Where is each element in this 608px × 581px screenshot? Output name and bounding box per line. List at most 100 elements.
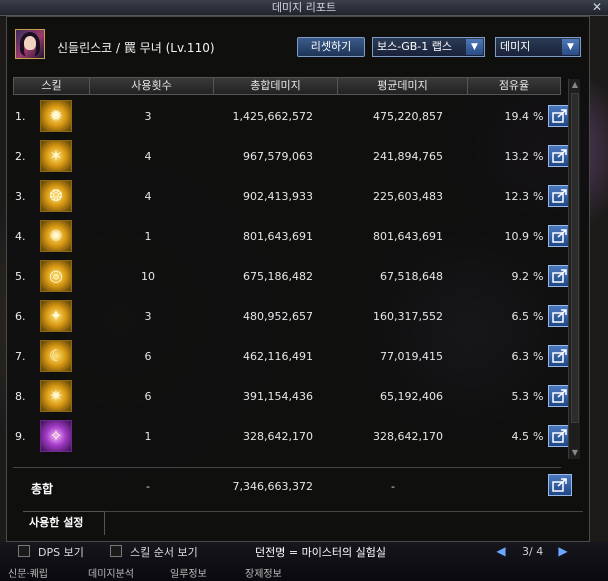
chevron-left-icon[interactable]: ◀	[494, 544, 508, 558]
menu-item[interactable]: 데미지분석	[88, 568, 134, 581]
menu-item[interactable]: 장제정보	[245, 568, 282, 581]
total-damage: 462,116,491	[243, 350, 313, 363]
total-damage: 1,425,662,572	[232, 110, 313, 123]
table-row[interactable]: 1. ✹ 3 1,425,662,572 475,220,857 19.4 %	[13, 96, 572, 136]
share-total-button[interactable]	[548, 474, 572, 496]
percent-unit: %	[533, 270, 544, 283]
share-icon	[552, 349, 567, 363]
damage-share: 5.3	[511, 390, 530, 403]
dungeon-select[interactable]: 보스-GB-1 랩스 ▼	[372, 37, 485, 57]
chevron-down-icon[interactable]: ▼	[562, 39, 579, 55]
table-row[interactable]: 5. ◎ 10 675,186,482 67,518,648 9.2 %	[13, 256, 572, 296]
tab-used-settings[interactable]: 사용한 설정	[23, 511, 105, 535]
average-damage: 801,643,691	[373, 230, 443, 243]
row-number: 4.	[15, 230, 26, 243]
column-skill[interactable]: 스킬	[14, 78, 90, 94]
average-damage: 328,642,170	[373, 430, 443, 443]
burst-icon: ✹	[40, 100, 72, 132]
metric-select-value: 데미지	[500, 40, 531, 53]
menu-item[interactable]: 일루정보	[170, 568, 207, 581]
damage-share: 13.2	[504, 150, 530, 163]
arcane-icon: ✧	[40, 420, 72, 452]
percent-unit: %	[533, 110, 544, 123]
row-number: 8.	[15, 390, 26, 403]
dungeon-name: 던전명 = 마이스터의 실험실	[255, 546, 387, 559]
skill-order-checkbox[interactable]	[110, 545, 122, 557]
beast-icon: ❂	[40, 180, 72, 212]
row-number: 9.	[15, 430, 26, 443]
use-count: 4	[144, 190, 152, 203]
share-icon	[552, 478, 567, 492]
percent-unit: %	[533, 310, 544, 323]
swirl-icon: ✷	[40, 380, 72, 412]
average-damage: 475,220,857	[373, 110, 443, 123]
table-row[interactable]: 4. ✺ 1 801,643,691 801,643,691 10.9 %	[13, 216, 572, 256]
dps-checkbox[interactable]	[18, 545, 30, 557]
character-avatar	[15, 29, 45, 59]
table-row[interactable]: 3. ❂ 4 902,413,933 225,603,483 12.3 %	[13, 176, 572, 216]
damage-report-panel: 신들린스코 / 罠 무녀 (Lv.110) 리셋하기 보스-GB-1 랩스 ▼ …	[6, 16, 590, 542]
table-row[interactable]: 2. ✶ 4 967,579,063 241,894,765 13.2 %	[13, 136, 572, 176]
total-damage: 902,413,933	[243, 190, 313, 203]
use-count: 6	[144, 390, 152, 403]
total-label: 총합	[31, 482, 54, 496]
scroll-thumb[interactable]	[571, 93, 579, 423]
column-total[interactable]: 총합데미지	[214, 78, 338, 94]
table-row[interactable]: 7. ☾ 6 462,116,491 77,019,415 6.3 %	[13, 336, 572, 376]
strike-icon: ✶	[40, 140, 72, 172]
chevron-down-icon[interactable]: ▼	[569, 447, 581, 459]
flare-icon: ✦	[40, 300, 72, 332]
percent-unit: %	[533, 150, 544, 163]
share-icon	[552, 229, 567, 243]
damage-share: 6.3	[511, 350, 530, 363]
table-row[interactable]: 6. ✦ 3 480,952,657 160,317,552 6.5 %	[13, 296, 572, 336]
total-count: -	[146, 480, 150, 493]
column-share[interactable]: 점유율	[468, 78, 560, 94]
row-number: 3.	[15, 190, 26, 203]
radiant-icon: ✺	[40, 220, 72, 252]
page-indicator: 3/ 4	[522, 545, 544, 558]
row-number: 6.	[15, 310, 26, 323]
column-average[interactable]: 평균데미지	[338, 78, 468, 94]
total-damage: 675,186,482	[243, 270, 313, 283]
row-number: 5.	[15, 270, 26, 283]
spiral-icon: ◎	[40, 260, 72, 292]
skill-order-checkbox-label[interactable]: 스킬 순서 보기	[130, 544, 198, 560]
share-icon	[552, 389, 567, 403]
percent-unit: %	[533, 230, 544, 243]
share-icon	[552, 269, 567, 283]
percent-unit: %	[533, 350, 544, 363]
total-damage: 480,952,657	[243, 310, 313, 323]
share-icon	[552, 109, 567, 123]
chevron-down-icon[interactable]: ▼	[466, 39, 483, 55]
row-number: 2.	[15, 150, 26, 163]
average-damage: 241,894,765	[373, 150, 443, 163]
report-header: 신들린스코 / 罠 무녀 (Lv.110) 리셋하기 보스-GB-1 랩스 ▼ …	[7, 17, 591, 61]
crescent-icon: ☾	[40, 340, 72, 372]
vertical-scrollbar[interactable]: ▲ ▼	[568, 79, 580, 459]
table-row[interactable]: 9. ✧ 1 328,642,170 328,642,170 4.5 %	[13, 416, 572, 456]
reset-button[interactable]: 리셋하기	[297, 37, 365, 57]
character-name: 신들린스코 / 罠 무녀 (Lv.110)	[57, 41, 215, 55]
use-count: 4	[144, 150, 152, 163]
use-count: 3	[144, 310, 152, 323]
close-icon[interactable]: ✕	[590, 0, 604, 14]
average-damage: 65,192,406	[380, 390, 443, 403]
total-damage-sum: 7,346,663,372	[232, 480, 313, 493]
table-row[interactable]: 8. ✷ 6 391,154,436 65,192,406 5.3 %	[13, 376, 572, 416]
share-icon	[552, 189, 567, 203]
chevron-up-icon[interactable]: ▲	[569, 79, 581, 91]
chevron-right-icon[interactable]: ▶	[556, 544, 570, 558]
damage-share: 10.9	[504, 230, 530, 243]
dps-checkbox-label[interactable]: DPS 보기	[38, 544, 84, 560]
use-count: 3	[144, 110, 152, 123]
column-count[interactable]: 사용횟수	[90, 78, 214, 94]
row-number: 7.	[15, 350, 26, 363]
use-count: 1	[144, 230, 152, 243]
damage-share: 12.3	[504, 190, 530, 203]
menu-item[interactable]: 신문·퀘립	[8, 568, 48, 581]
total-damage: 801,643,691	[243, 230, 313, 243]
metric-select[interactable]: 데미지 ▼	[495, 37, 581, 57]
total-row: 총합 - 7,346,663,372 -	[13, 467, 572, 503]
damage-share: 6.5	[511, 310, 530, 323]
